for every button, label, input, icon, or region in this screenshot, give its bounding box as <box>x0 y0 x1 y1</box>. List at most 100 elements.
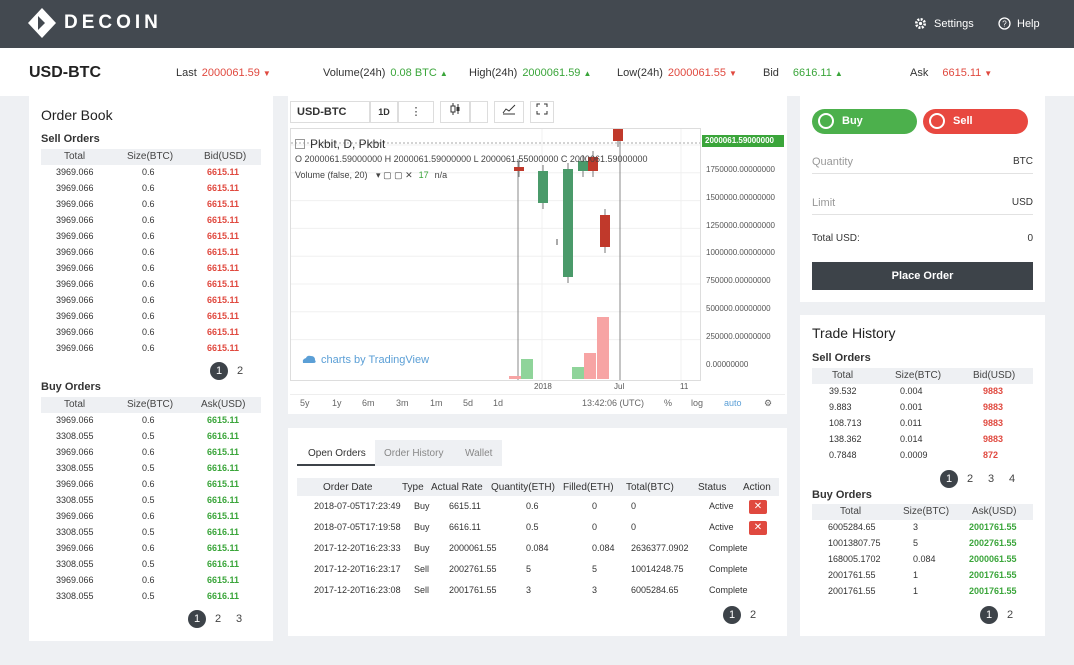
order-cell: 0 <box>592 501 598 511</box>
timeframe-1m[interactable]: 1m <box>430 398 443 408</box>
timeframe-3m[interactable]: 3m <box>396 398 409 408</box>
interval-button[interactable]: 1D <box>370 101 398 123</box>
order-cell: 2000061.55 <box>449 543 497 553</box>
page-button[interactable]: 2 <box>744 606 762 624</box>
table-row: 10013807.75 5 2002761.55 <box>812 536 1033 552</box>
table-cell: 0.011 <box>900 418 922 428</box>
timeframe-bar: 5y 1y 6m 3m 1m 5d 1d 13:42:06 (UTC) % lo… <box>290 394 785 412</box>
help-link[interactable]: ? Help <box>998 17 1040 30</box>
page-button[interactable]: 2 <box>1001 606 1019 624</box>
table-cell: 3308.055 <box>56 527 94 537</box>
help-icon: ? <box>998 17 1011 30</box>
tab-wallet[interactable]: Wallet <box>465 448 492 459</box>
page-button[interactable]: 1 <box>188 610 206 628</box>
tab-order-history[interactable]: Order History <box>384 448 443 459</box>
table-cell: 0.5 <box>142 495 155 505</box>
page-button[interactable]: 1 <box>980 606 998 624</box>
page-button[interactable]: 1 <box>723 606 741 624</box>
table-cell: 39.532 <box>829 386 857 396</box>
candle <box>613 129 623 141</box>
page-button[interactable]: 2 <box>961 470 979 488</box>
order-cell: Active <box>709 501 734 511</box>
table-cell: 6615.11 <box>207 263 240 273</box>
log-toggle[interactable]: log <box>691 398 703 408</box>
cancel-order-icon[interactable]: ✕ <box>749 500 767 514</box>
table-cell: 3969.066 <box>56 543 94 553</box>
table-row: 138.362 0.014 9883 <box>812 432 1033 448</box>
y-tick-label: 1750000.00000000 <box>706 165 775 174</box>
chart-settings-icon[interactable]: ⚙ <box>764 398 772 409</box>
table-row: 3308.055 0.5 6616.11 <box>41 461 261 477</box>
time-readout: 13:42:06 (UTC) <box>582 398 645 408</box>
settings-link[interactable]: Settings <box>914 17 974 30</box>
volume-bar <box>521 359 533 379</box>
table-cell: 6615.11 <box>207 183 240 193</box>
table-cell: 6615.11 <box>207 279 240 289</box>
table-cell: 3969.066 <box>56 279 94 289</box>
table-cell: 138.362 <box>829 434 862 444</box>
table-cell: 168005.1702 <box>828 554 881 564</box>
quantity-input[interactable]: Quantity BTC <box>812 152 1033 174</box>
chart-plot-area[interactable]: Pkbit, D, Pkbit O 2000061.59000000 H 200… <box>290 128 701 381</box>
table-cell: 6615.11 <box>207 447 240 457</box>
indicators-icon[interactable] <box>494 101 524 123</box>
table-cell: 3969.066 <box>56 199 94 209</box>
table-cell: 6616.11 <box>207 591 240 601</box>
timeframe-6m[interactable]: 6m <box>362 398 375 408</box>
trade-form-panel: Buy Sell Quantity BTC Limit USD Total US… <box>800 96 1045 302</box>
symbol-input[interactable]: USD-BTC <box>290 101 370 123</box>
timeframe-5d[interactable]: 5d <box>463 398 473 408</box>
buy-pagination: 1 2 3 <box>188 610 251 628</box>
volume-bar <box>584 353 596 379</box>
y-tick-label: 1000000.00000000 <box>706 248 775 258</box>
order-cell: 0.084 <box>526 543 549 553</box>
sell-orders-title: Sell Orders <box>41 133 100 145</box>
table-row: 3969.066 0.6 6615.11 <box>41 213 261 229</box>
percent-toggle[interactable]: % <box>664 398 672 408</box>
table-cell: 2000061.55 <box>969 554 1017 564</box>
order-cell: Buy <box>414 522 430 532</box>
th-buy-pagination: 1 2 <box>980 606 1022 624</box>
ticker-bar: USD-BTC Last 2000061.59 ▼ Volume(24h) 0.08 … <box>0 48 1074 96</box>
table-cell: 3969.066 <box>56 343 94 353</box>
page-button[interactable]: 4 <box>1003 470 1021 488</box>
sell-toggle[interactable]: Sell <box>923 109 1028 134</box>
page-button[interactable]: 2 <box>209 610 227 628</box>
auto-toggle[interactable]: auto <box>724 398 742 408</box>
timeframe-5y[interactable]: 5y <box>300 398 310 408</box>
more-options-icon[interactable]: ⋮ <box>398 101 434 123</box>
ticker-high: High(24h) 2000061.59 ▲ <box>469 67 592 79</box>
y-tick-label: 500000.00000000 <box>706 304 771 313</box>
page-button[interactable]: 1 <box>940 470 958 488</box>
page-button[interactable]: 3 <box>230 610 248 628</box>
table-row: 39.532 0.004 9883 <box>812 384 1033 400</box>
table-cell: 3969.066 <box>56 295 94 305</box>
candle-style-icon[interactable] <box>440 101 470 123</box>
table-cell: 3969.066 <box>56 247 94 257</box>
page-button[interactable]: 3 <box>982 470 1000 488</box>
order-cell: 5 <box>592 564 598 574</box>
cancel-order-icon[interactable]: ✕ <box>749 521 767 535</box>
table-cell: 6615.11 <box>207 199 240 209</box>
table-cell: 6615.11 <box>207 415 240 425</box>
table-row: 3969.066 0.6 6615.11 <box>41 445 261 461</box>
table-cell: 10013807.75 <box>828 538 881 548</box>
table-cell: 108.713 <box>829 418 862 428</box>
timeframe-1y[interactable]: 1y <box>332 398 342 408</box>
table-cell: 0.0009 <box>900 450 928 460</box>
limit-input[interactable]: Limit USD <box>812 193 1033 215</box>
table-cell: 6615.11 <box>207 479 240 489</box>
table-cell: 3969.066 <box>56 447 94 457</box>
order-cell: 2636377.0902 <box>631 543 689 553</box>
timeframe-1d[interactable]: 1d <box>493 398 503 408</box>
buy-toggle[interactable]: Buy <box>812 109 917 134</box>
table-cell: 3969.066 <box>56 511 94 521</box>
logo[interactable]: DECOIN <box>28 8 162 38</box>
order-row: 2017-12-20T16:23:17 Sell 2002761.55 5 5 10014… <box>297 561 779 579</box>
fullscreen-icon[interactable] <box>530 101 554 123</box>
page-button[interactable]: 1 <box>210 362 228 380</box>
place-order-button[interactable]: Place Order <box>812 262 1033 290</box>
table-row: 0.7848 0.0009 872 <box>812 448 1033 464</box>
page-button[interactable]: 2 <box>231 362 249 380</box>
table-cell: 6615.11 <box>207 575 240 585</box>
